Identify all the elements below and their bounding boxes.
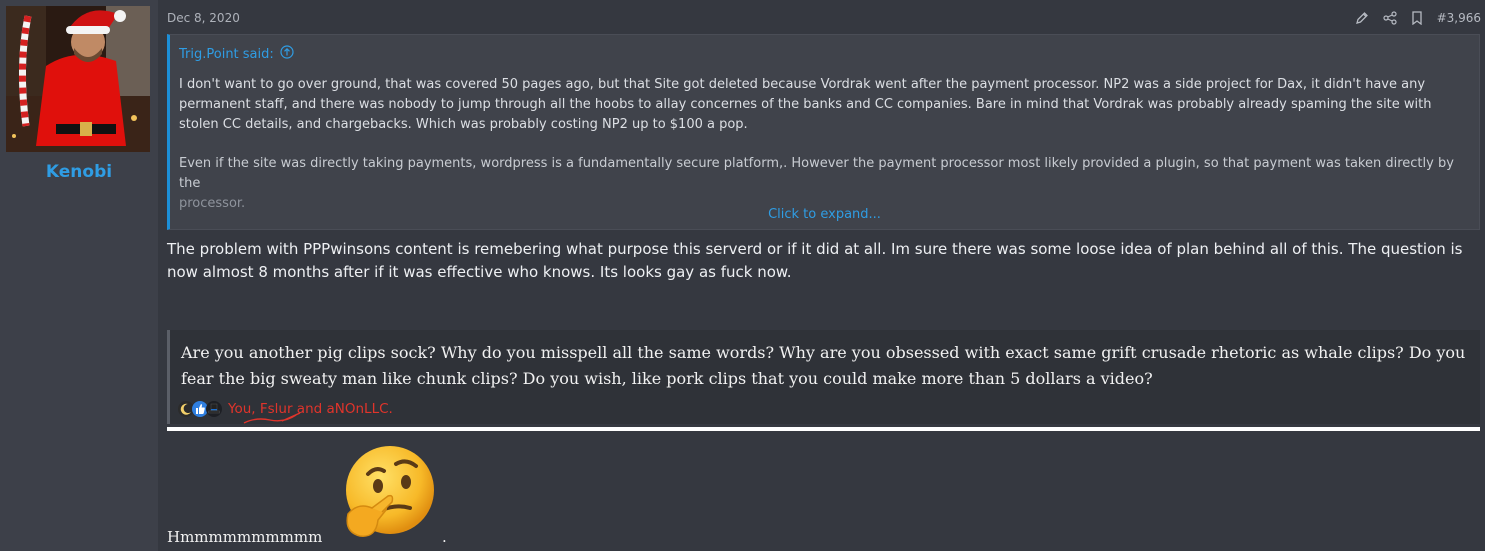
user-sidebar: Kenobi [0,0,158,551]
reactions-bar[interactable]: You, Fslur and aNOnLLC. [178,401,393,424]
quote-paragraph-2: Even if the site was directly taking pay… [179,156,1454,211]
post-actions: #3,966 [1355,9,1481,27]
footer-text: Hmmmmmmmmmm [167,528,323,546]
author-name[interactable]: Kenobi [0,162,158,182]
click-to-expand-link[interactable]: Click to expand... [170,207,1479,222]
signature-block: Are you another pig clips sock? Why do y… [167,330,1480,424]
avatar[interactable] [6,6,150,152]
quote-block: Trig.Point said: I don't want to go over… [167,34,1480,230]
edit-icon[interactable] [1355,11,1369,25]
post-body: The problem with PPPwinsons content is r… [167,240,1463,281]
post-number[interactable]: #3,966 [1437,11,1481,25]
post-content: Dec 8, 2020 #3,966 Trig.Point said: I do… [158,0,1485,551]
quote-paragraph-1: I don't want to go over ground, that was… [179,77,1432,132]
top-hat-icon [206,401,222,417]
bookmark-icon[interactable] [1411,11,1423,25]
post-date[interactable]: Dec 8, 2020 [167,11,240,25]
share-icon[interactable] [1382,11,1397,25]
thinking-face-emoji [338,444,438,544]
quote-attribution[interactable]: Trig.Point said: [179,45,294,63]
divider-bar [167,427,1480,431]
arrow-up-circle-icon[interactable] [280,45,294,63]
scribble-mark [243,412,301,424]
quote-author[interactable]: Trig.Point said: [179,47,274,62]
footer-period: . [442,528,447,546]
reactions-list[interactable]: You, Fslur and aNOnLLC. [228,401,393,424]
signature-text: Are you another pig clips sock? Why do y… [181,343,1466,388]
